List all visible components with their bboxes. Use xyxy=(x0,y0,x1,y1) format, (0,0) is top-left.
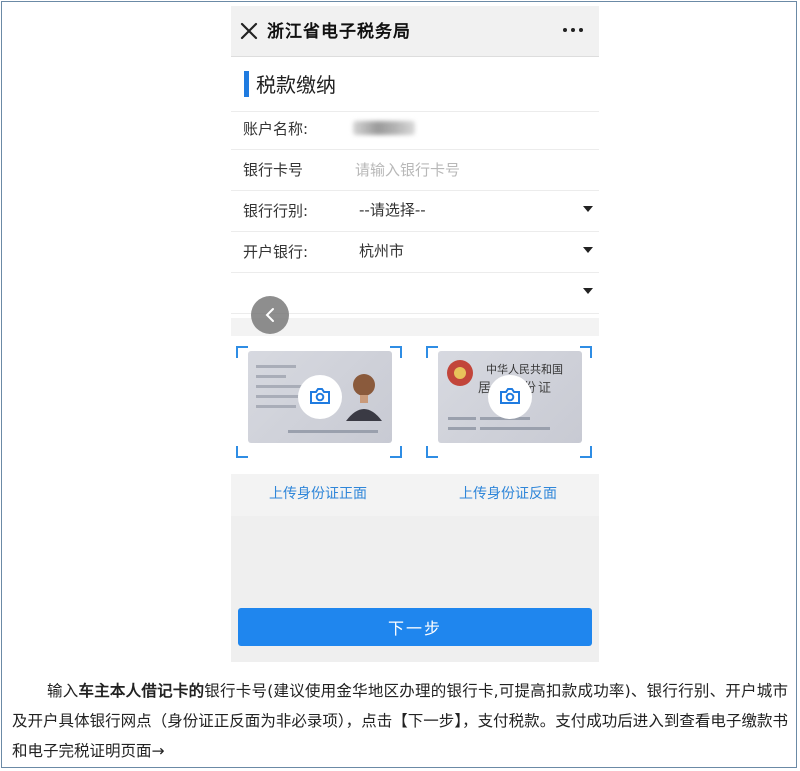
id-card-back-image[interactable]: 中华人民共和国 居民身份证 xyxy=(438,351,582,443)
bank-type-select[interactable]: --请选择-- xyxy=(359,199,426,220)
frame-corner xyxy=(390,446,402,458)
account-name-row: 账户名称: xyxy=(231,108,599,150)
frame-corner xyxy=(580,446,592,458)
open-bank-row[interactable]: 开户银行: 杭州市 xyxy=(231,231,599,273)
caption-text-start: 输入 xyxy=(47,682,79,700)
upload-front-link[interactable]: 上传身份证正面 xyxy=(269,483,367,503)
open-bank-city-select[interactable]: 杭州市 xyxy=(359,240,404,261)
camera-button[interactable] xyxy=(488,375,532,419)
camera-button[interactable] xyxy=(298,375,342,419)
caption-emphasis: 车主本人借记卡的 xyxy=(78,682,205,700)
bank-card-label: 银行卡号 xyxy=(243,161,304,179)
back-button[interactable] xyxy=(251,296,289,334)
app-title: 浙江省电子税务局 xyxy=(267,22,411,42)
section-title: 税款缴纳 xyxy=(256,73,336,97)
phone-screen: 浙江省电子税务局 税款缴纳 账户名称: 银行卡号 银行行别: --请选择-- 开… xyxy=(231,6,599,662)
bank-type-row[interactable]: 银行行别: --请选择-- xyxy=(231,190,599,232)
title-bar: 浙江省电子税务局 xyxy=(231,6,599,57)
camera-icon xyxy=(500,388,520,404)
account-name-masked-value xyxy=(353,121,415,135)
section-header: 税款缴纳 xyxy=(231,56,599,112)
open-bank-label: 开户银行: xyxy=(243,243,309,261)
upload-back-link[interactable]: 上传身份证反面 xyxy=(459,483,557,503)
id-card-back-title: 中华人民共和国 xyxy=(486,363,563,376)
bank-card-row[interactable]: 银行卡号 xyxy=(231,149,599,191)
frame-corner xyxy=(426,346,438,358)
frame-corner xyxy=(426,446,438,458)
instruction-caption: 输入车主本人借记卡的银行卡号(建议使用金华地区办理的银行卡,可提高扣款成功率)、… xyxy=(12,676,788,766)
close-icon[interactable] xyxy=(239,21,259,41)
more-icon[interactable] xyxy=(561,22,585,38)
section-accent-bar xyxy=(244,71,249,97)
caret-down-icon[interactable] xyxy=(583,206,593,212)
caret-down-icon[interactable] xyxy=(583,288,593,294)
frame-corner xyxy=(236,446,248,458)
bank-type-label: 银行行别: xyxy=(243,202,309,220)
next-step-button[interactable]: 下一步 xyxy=(238,608,592,646)
id-card-front-image[interactable] xyxy=(248,351,392,443)
bank-card-input[interactable] xyxy=(353,155,587,185)
chevron-left-icon xyxy=(265,308,274,322)
caret-down-icon[interactable] xyxy=(583,247,593,253)
camera-icon xyxy=(310,388,330,404)
account-name-label: 账户名称: xyxy=(243,120,309,138)
frame-corner xyxy=(236,346,248,358)
